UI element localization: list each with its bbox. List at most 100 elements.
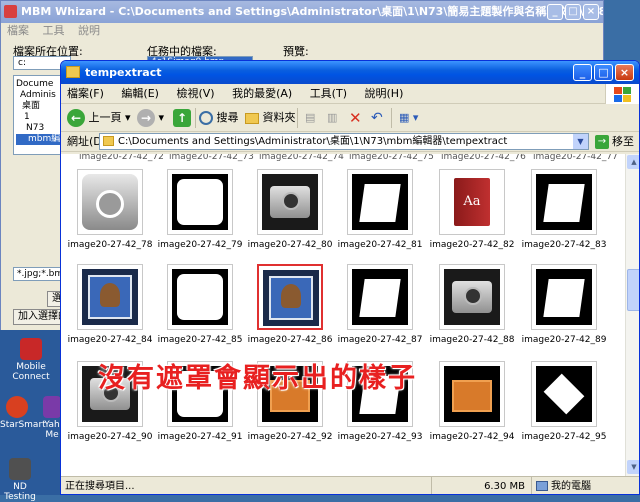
address-folder-icon	[103, 136, 114, 146]
vertical-scrollbar[interactable]: ▲ ▼	[625, 154, 639, 476]
copy-to-button[interactable]: ▥	[327, 108, 337, 128]
mbm-menu-bar: 檔案 工具 說明	[1, 23, 603, 39]
go-button[interactable]: → 移至	[595, 133, 634, 150]
file-thumbnail[interactable]	[347, 169, 413, 235]
file-name-label[interactable]: image20-27-42_84	[65, 335, 155, 345]
image-preview-icon	[444, 269, 500, 325]
file-thumbnail[interactable]	[531, 361, 597, 427]
mbm-menu-tools[interactable]: 工具	[43, 24, 65, 37]
desktop-icon-mobile-connect[interactable]: Mobile Connect	[0, 338, 62, 382]
forward-arrow-icon: →	[137, 109, 155, 127]
address-dropdown-icon[interactable]: ▼	[573, 134, 588, 149]
folders-button[interactable]: 資料夾	[245, 108, 296, 128]
menu-help[interactable]: 說明(H)	[365, 87, 404, 100]
file-name-label[interactable]: image20-27-42_93	[335, 432, 425, 442]
file-thumbnail[interactable]	[531, 169, 597, 235]
file-name-label[interactable]: image20-27-42_86	[245, 335, 335, 345]
mbm-app-icon	[4, 5, 17, 18]
undo-button[interactable]: ↶	[371, 108, 383, 128]
scroll-thumb[interactable]	[627, 269, 639, 311]
delete-icon: ✕	[349, 109, 362, 127]
image-preview-icon	[536, 269, 592, 325]
file-thumbnail-selected[interactable]	[257, 264, 323, 330]
file-thumbnail[interactable]	[439, 361, 505, 427]
file-thumbnail[interactable]	[77, 169, 143, 235]
file-name-label[interactable]: image20-27-42_88	[427, 335, 517, 345]
file-name-label[interactable]: image20-27-42_85	[155, 335, 245, 345]
views-button[interactable]: ▦ ▾	[399, 108, 418, 128]
file-name-label[interactable]: image20-27-42_82	[427, 240, 517, 250]
mbm-maximize-button[interactable]: □	[565, 4, 581, 20]
file-name-label[interactable]: image20-27-42_78	[65, 240, 155, 250]
file-name-label[interactable]: image20-27-42_80	[245, 240, 335, 250]
close-button[interactable]: ×	[615, 64, 634, 81]
maximize-button[interactable]: □	[594, 64, 613, 81]
folders-label: 資料夾	[262, 111, 296, 124]
menu-view[interactable]: 檢視(V)	[176, 87, 214, 100]
status-bar: 正在搜尋項目... 6.30 MB 我的電腦	[61, 476, 639, 494]
file-thumbnail[interactable]: Aa	[439, 169, 505, 235]
annotation-text: 沒有遮罩會顯示出的樣子	[98, 363, 417, 394]
file-name-label[interactable]: image20-27-42_95	[519, 432, 609, 442]
file-thumbnail[interactable]	[257, 169, 323, 235]
drive-value: c:	[18, 58, 26, 68]
move-to-button[interactable]: ▤	[305, 108, 315, 128]
menu-edit[interactable]: 編輯(E)	[121, 87, 159, 100]
delete-button[interactable]: ✕	[349, 108, 362, 128]
menu-tools[interactable]: 工具(T)	[310, 87, 347, 100]
partial-file-label[interactable]: image20-27-42_72	[79, 154, 164, 162]
file-thumbnail[interactable]	[167, 169, 233, 235]
explorer-window: tempextract _ □ × 檔案(F) 編輯(E) 檢視(V) 我的最愛…	[60, 60, 640, 495]
mbm-title-text: MBM Whizard - C:\Documents and Settings\…	[21, 5, 603, 18]
toolbar-separator	[297, 108, 298, 128]
toolbar-separator	[391, 108, 392, 128]
file-name-label[interactable]: image20-27-42_83	[519, 240, 609, 250]
file-name-label[interactable]: image20-27-42_90	[65, 432, 155, 442]
my-computer-icon	[536, 481, 548, 491]
back-arrow-icon: ←	[67, 109, 85, 127]
partial-file-label[interactable]: image20-27-42_76	[441, 154, 526, 162]
file-name-label[interactable]: image20-27-42_79	[155, 240, 245, 250]
file-name-label[interactable]: image20-27-42_87	[335, 335, 425, 345]
menu-favorites[interactable]: 我的最愛(A)	[232, 87, 292, 100]
up-folder-button[interactable]: ↑	[173, 108, 191, 128]
address-field[interactable]: C:\Documents and Settings\Administrator\…	[99, 133, 589, 150]
desktop-icon-starsmart[interactable]: StarSmart	[0, 396, 46, 430]
mbm-menu-file[interactable]: 檔案	[7, 24, 29, 37]
status-size: 6.30 MB	[431, 477, 531, 494]
back-button[interactable]: ← 上一頁 ▾	[67, 108, 131, 128]
partial-file-label[interactable]: image20-27-42_77	[533, 154, 618, 162]
address-bar: 網址(D) C:\Documents and Settings\Administ…	[61, 132, 639, 152]
menu-file[interactable]: 檔案(F)	[67, 87, 104, 100]
views-icon: ▦	[399, 111, 410, 124]
partial-file-label[interactable]: image20-27-42_74	[259, 154, 344, 162]
mbm-minimize-button[interactable]: _	[547, 4, 563, 20]
forward-button[interactable]: → ▾	[137, 108, 164, 128]
nd-testing-icon	[9, 458, 31, 480]
file-thumbnail[interactable]	[347, 264, 413, 330]
partial-file-label[interactable]: image20-27-42_73	[169, 154, 254, 162]
scroll-down-arrow-icon[interactable]: ▼	[627, 460, 639, 474]
file-name-label[interactable]: image20-27-42_94	[427, 432, 517, 442]
file-thumbnail[interactable]	[77, 264, 143, 330]
scroll-up-arrow-icon[interactable]: ▲	[627, 155, 639, 169]
mbm-title-bar[interactable]: MBM Whizard - C:\Documents and Settings\…	[1, 1, 603, 23]
up-folder-icon: ↑	[173, 109, 191, 127]
move-to-icon: ▤	[305, 111, 316, 124]
file-name-label[interactable]: image20-27-42_89	[519, 335, 609, 345]
minimize-button[interactable]: _	[573, 64, 592, 81]
file-thumbnail[interactable]	[439, 264, 505, 330]
folders-icon	[245, 112, 259, 124]
file-thumbnail[interactable]	[531, 264, 597, 330]
partial-file-label[interactable]: image20-27-42_75	[349, 154, 434, 162]
file-name-label[interactable]: image20-27-42_81	[335, 240, 425, 250]
mbm-menu-help[interactable]: 說明	[78, 24, 100, 37]
mbm-close-button[interactable]: ×	[583, 4, 599, 20]
search-button[interactable]: 搜尋	[199, 108, 239, 128]
desktop-icon-label: ND Testing	[4, 482, 36, 502]
file-thumbnail[interactable]	[167, 264, 233, 330]
desktop-icon-nd-testing[interactable]: ND Testing	[0, 458, 40, 502]
explorer-title-bar[interactable]: tempextract _ □ ×	[61, 61, 639, 84]
file-name-label[interactable]: image20-27-42_92	[245, 432, 335, 442]
file-name-label[interactable]: image20-27-42_91	[155, 432, 245, 442]
